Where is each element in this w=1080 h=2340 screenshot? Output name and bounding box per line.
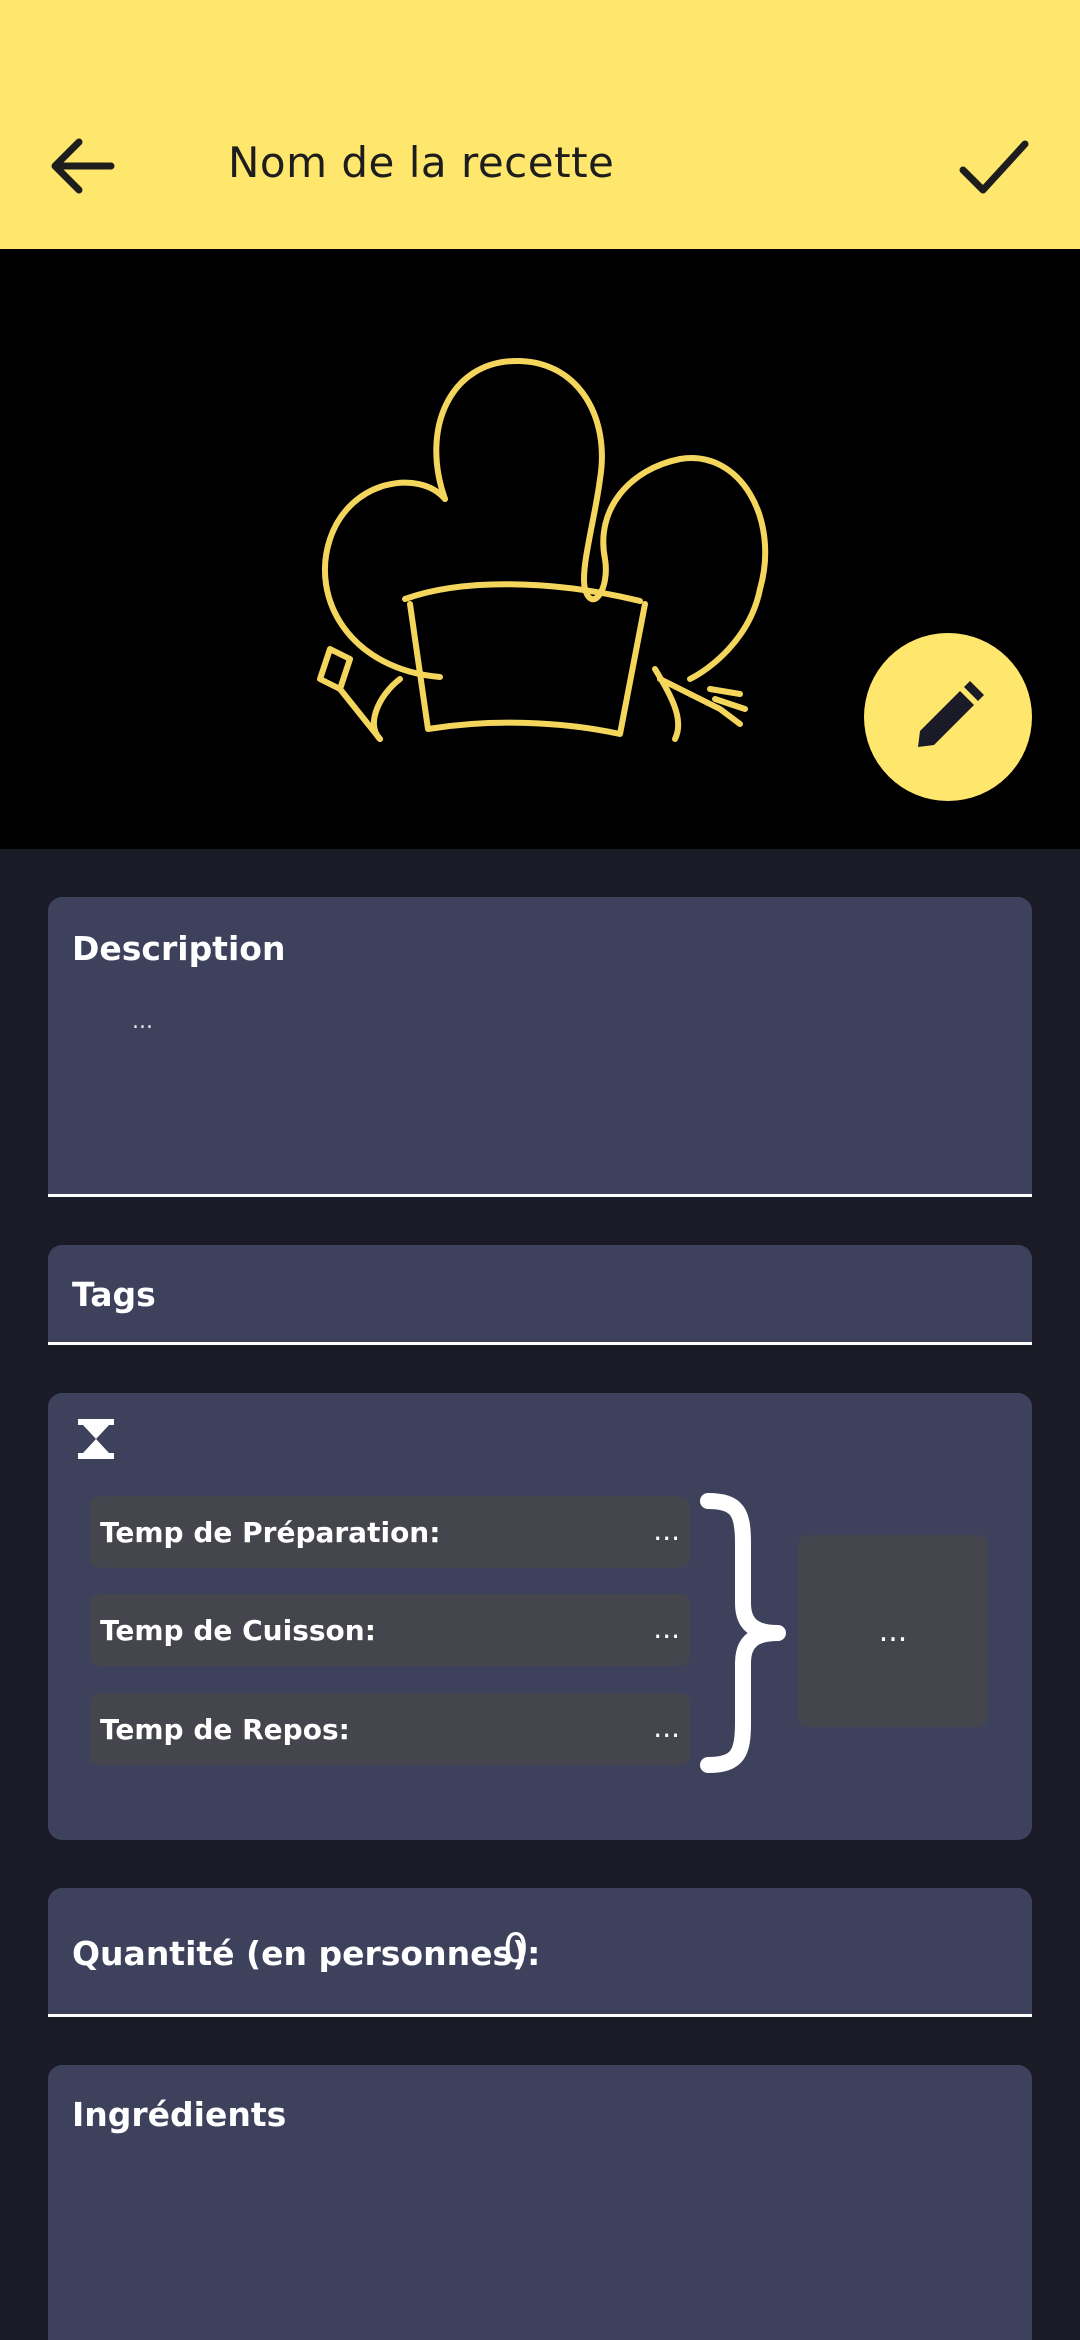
rest-time-row[interactable]: Temp de Repos: ... bbox=[90, 1693, 690, 1765]
edit-image-button[interactable] bbox=[864, 633, 1032, 801]
recipe-name-title[interactable]: Nom de la recette bbox=[228, 138, 614, 187]
tags-field[interactable]: Tags bbox=[48, 1245, 1032, 1345]
total-time-box: ... bbox=[798, 1535, 988, 1727]
pencil-icon bbox=[918, 681, 984, 747]
hourglass-icon bbox=[78, 1419, 114, 1459]
prep-time-label: Temp de Préparation: bbox=[100, 1516, 441, 1549]
chef-hat-logo bbox=[317, 357, 769, 742]
description-label: Description bbox=[72, 929, 286, 968]
quantity-label: Quantité (en personnes): bbox=[72, 1934, 541, 1973]
times-card: Temp de Préparation: ... Temp de Cuisson… bbox=[48, 1393, 1032, 1840]
curly-brace-icon bbox=[700, 1493, 786, 1773]
recipe-image bbox=[0, 249, 1080, 849]
description-value[interactable]: ... bbox=[132, 1009, 153, 1034]
quantity-input[interactable]: 0 bbox=[503, 1926, 528, 1972]
prep-time-row[interactable]: Temp de Préparation: ... bbox=[90, 1496, 690, 1568]
ingredients-label: Ingrédients bbox=[72, 2095, 287, 2134]
rest-time-value[interactable]: ... bbox=[653, 1711, 680, 1744]
cook-time-row[interactable]: Temp de Cuisson: ... bbox=[90, 1594, 690, 1666]
app-bar: Nom de la recette bbox=[0, 0, 1080, 249]
cook-time-label: Temp de Cuisson: bbox=[100, 1614, 376, 1647]
check-icon bbox=[959, 140, 1029, 194]
back-button[interactable] bbox=[44, 128, 120, 204]
prep-time-value[interactable]: ... bbox=[653, 1514, 680, 1547]
tags-label: Tags bbox=[72, 1275, 156, 1314]
quantity-field[interactable]: Quantité (en personnes): 0 bbox=[48, 1888, 1032, 2017]
arrow-left-icon bbox=[51, 138, 115, 194]
rest-time-label: Temp de Repos: bbox=[100, 1713, 350, 1746]
cook-time-value[interactable]: ... bbox=[653, 1612, 680, 1645]
description-field[interactable]: Description ... bbox=[48, 897, 1032, 1197]
ingredients-card: Ingrédients bbox=[48, 2065, 1032, 2340]
confirm-button[interactable] bbox=[952, 128, 1036, 204]
